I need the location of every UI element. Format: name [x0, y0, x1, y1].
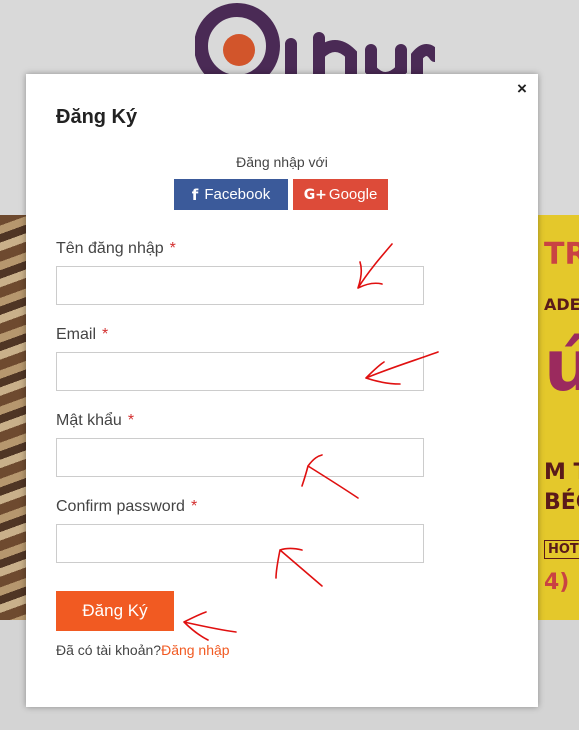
facebook-login-button[interactable]: f Facebook	[174, 179, 288, 210]
poster-text: BÉC	[544, 490, 579, 515]
have-account-row: Đã có tài khoản?Đăng nhập	[56, 642, 230, 658]
required-asterisk: *	[190, 498, 198, 515]
poster-text: M T	[544, 460, 579, 485]
background-food-photo	[0, 215, 28, 620]
background-poster: TRA ADE ú M T BÉC HOT 4)	[538, 215, 579, 620]
social-login-row: f Facebook G+ Google	[174, 179, 388, 210]
confirm-password-input[interactable]	[56, 524, 424, 563]
google-login-button[interactable]: G+ Google	[293, 179, 388, 210]
username-label: Tên đăng nhập *	[56, 240, 176, 258]
register-modal: × Đăng Ký Đăng nhập với f Facebook G+ Go…	[26, 74, 538, 707]
login-link[interactable]: Đăng nhập	[161, 642, 230, 658]
poster-text: 4)	[544, 570, 570, 595]
email-label: Email *	[56, 326, 108, 344]
email-label-text: Email	[56, 326, 97, 343]
social-login-caption: Đăng nhập với	[236, 154, 328, 170]
password-label-text: Mật khẩu	[56, 412, 122, 429]
register-submit-button[interactable]: Đăng Ký	[56, 591, 174, 631]
username-input[interactable]	[56, 266, 424, 305]
confirm-password-label: Confirm password *	[56, 498, 197, 516]
password-label: Mật khẩu *	[56, 412, 134, 430]
facebook-icon: f	[191, 185, 199, 204]
google-login-label: Google	[328, 186, 378, 203]
required-asterisk: *	[102, 326, 109, 343]
modal-title: Đăng Ký	[56, 106, 138, 128]
poster-text: ú	[544, 325, 579, 407]
have-account-text: Đã có tài khoản?	[56, 642, 162, 658]
required-asterisk: *	[127, 412, 135, 429]
facebook-login-label: Facebook	[204, 186, 271, 203]
poster-text: TRA	[544, 237, 579, 272]
email-input[interactable]	[56, 352, 424, 391]
poster-text: ADE	[544, 295, 579, 314]
poster-text: HOT	[544, 540, 579, 559]
google-plus-icon: G+	[303, 186, 327, 203]
required-asterisk: *	[169, 240, 176, 257]
username-label-text: Tên đăng nhập	[56, 240, 164, 257]
site-logo	[195, 3, 435, 80]
password-input[interactable]	[56, 438, 424, 477]
close-icon[interactable]: ×	[514, 80, 530, 98]
confirm-password-label-text: Confirm password	[56, 498, 185, 515]
